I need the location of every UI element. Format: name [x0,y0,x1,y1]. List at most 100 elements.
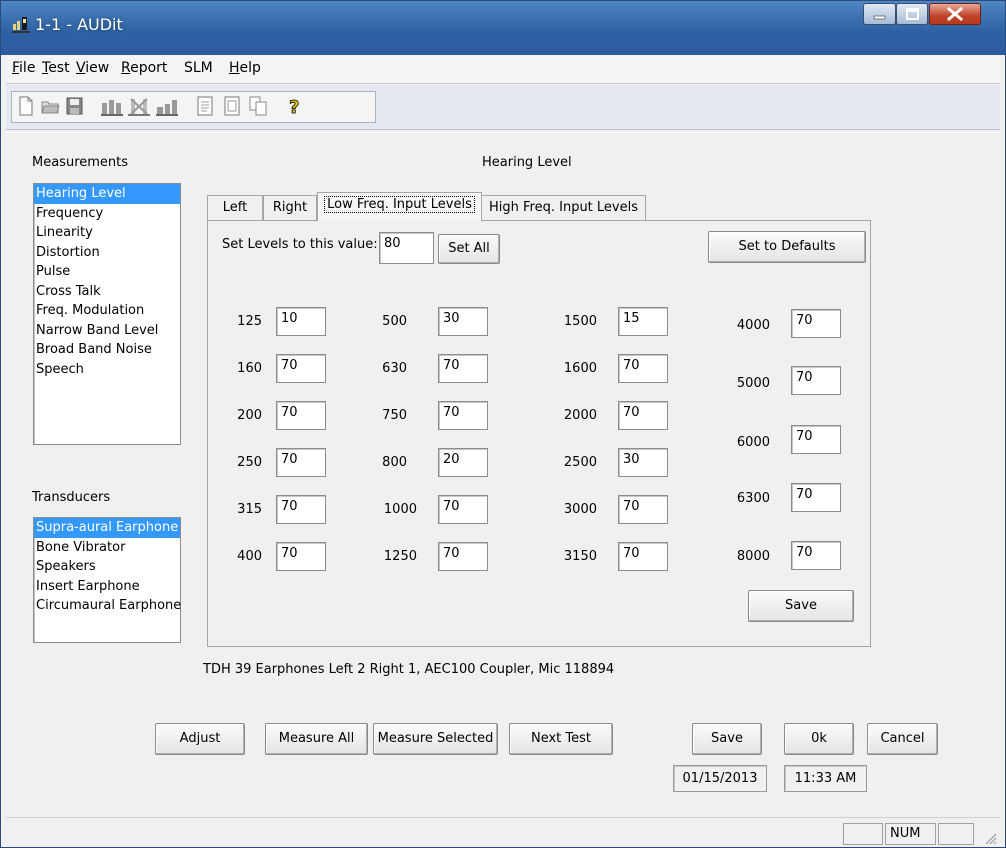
measure-all-button[interactable]: Measure All [265,723,368,755]
level-field[interactable]: 70 [276,354,326,383]
freq-label: 400 [237,549,262,564]
freq-label: 5000 [736,376,770,391]
list-item[interactable]: Speech [34,360,180,380]
list-item[interactable]: Pulse [34,262,180,282]
level-field[interactable]: 30 [438,307,488,336]
menu-report-mnemonic: R [121,60,131,76]
tab-save-button[interactable]: Save [748,590,854,622]
next-test-button[interactable]: Next Test [509,723,613,755]
measure-all-icon[interactable] [100,95,124,117]
tab-low-freq-input-levels[interactable]: Low Freq. Input Levels [317,192,482,221]
next-test-icon[interactable] [155,95,179,117]
level-field[interactable]: 70 [276,542,326,571]
level-field[interactable]: 70 [791,541,841,570]
toolbar: ? [6,85,1000,130]
toolbar-group: ? [11,91,376,123]
maximize-icon [906,8,919,20]
list-item[interactable]: Supra-aural Earphone [34,518,180,538]
measurements-list[interactable]: Hearing Level Frequency Linearity Distor… [33,183,181,445]
level-field[interactable]: 70 [438,495,488,524]
list-item[interactable]: Speakers [34,557,180,577]
level-field[interactable]: 70 [618,354,668,383]
level-field[interactable]: 30 [618,448,668,477]
list-item[interactable]: Freq. Modulation [34,301,180,321]
list-item[interactable]: Circumaural Earphone [34,596,181,616]
freq-label: 160 [237,361,262,376]
list-item[interactable]: Linearity [34,223,180,243]
save-label: Save [711,731,743,746]
menu-slm[interactable]: SLM [184,60,213,76]
open-folder-icon[interactable] [40,95,60,117]
level-field[interactable]: 70 [618,401,668,430]
menu-help[interactable]: Help [229,60,261,76]
minimize-icon [873,15,886,20]
set-to-defaults-button[interactable]: Set to Defaults [708,231,866,263]
menu-test[interactable]: Test [42,60,70,76]
menu-view[interactable]: View [76,60,109,76]
save-button[interactable]: Save [692,723,762,755]
copy-icon[interactable] [248,95,268,117]
title-bar[interactable]: 1-1 - AUDit [1,1,1005,55]
menu-report[interactable]: Report [121,60,167,76]
tab-left[interactable]: Left [207,195,263,220]
report-icon[interactable] [195,95,215,117]
list-item[interactable]: Bone Vibrator [34,538,180,558]
level-field[interactable]: 70 [276,495,326,524]
preview-icon[interactable] [222,95,242,117]
new-file-icon[interactable] [16,95,36,117]
resize-grip-icon[interactable] [983,831,997,845]
level-field[interactable]: 70 [618,495,668,524]
list-item[interactable]: Insert Earphone [34,577,180,597]
menu-file[interactable]: File [12,60,35,76]
save-disk-icon[interactable] [64,95,84,117]
level-field[interactable]: 70 [276,401,326,430]
level-field[interactable]: 15 [618,307,668,336]
set-levels-input[interactable]: 80 [379,232,434,264]
menu-view-mnemonic: V [76,60,86,76]
tab-high-freq-label: High Freq. Input Levels [489,200,638,215]
level-field[interactable]: 70 [791,366,841,395]
transducers-label: Transducers [32,490,111,505]
level-field[interactable]: 20 [438,448,488,477]
tab-right[interactable]: Right [263,195,317,220]
cancel-label: Cancel [880,731,925,746]
level-field[interactable]: 70 [438,354,488,383]
adjust-button[interactable]: Adjust [155,723,245,755]
level-field[interactable]: 70 [791,309,841,338]
menu-help-mnemonic: H [229,60,240,76]
transducers-list[interactable]: Supra-aural Earphone Bone Vibrator Speak… [33,517,181,643]
maximize-button[interactable] [896,3,928,25]
measure-selected-button[interactable]: Measure Selected [373,723,498,755]
cancel-button[interactable]: Cancel [867,723,938,755]
list-item[interactable]: Narrow Band Level [34,321,180,341]
close-icon [946,6,964,22]
level-field[interactable]: 70 [618,542,668,571]
tab-high-freq-input-levels[interactable]: High Freq. Input Levels [481,195,646,220]
menu-slm-label: SLM [184,60,213,76]
level-field[interactable]: 10 [276,307,326,336]
freq-label: 2500 [563,455,597,470]
list-item[interactable]: Frequency [34,204,180,224]
ok-button[interactable]: 0k [784,723,854,755]
freq-label: 6300 [736,491,770,506]
level-field[interactable]: 70 [276,448,326,477]
freq-label: 315 [237,502,262,517]
freq-label: 1600 [563,361,597,376]
set-all-button[interactable]: Set All [438,234,500,264]
list-item[interactable]: Broad Band Noise [34,340,180,360]
minimize-button[interactable] [863,3,896,25]
list-item[interactable]: Cross Talk [34,282,180,302]
help-icon[interactable]: ? [284,95,304,117]
freq-label: 500 [382,314,407,329]
level-field[interactable]: 70 [438,401,488,430]
level-field[interactable]: 70 [791,425,841,454]
freq-label: 1500 [563,314,597,329]
list-item[interactable]: Distortion [34,243,180,263]
next-test-label: Next Test [530,731,592,746]
level-field[interactable]: 70 [438,542,488,571]
list-item[interactable]: Hearing Level [34,184,180,204]
close-button[interactable] [929,3,981,25]
measure-selected-icon[interactable] [127,95,151,117]
level-field[interactable]: 70 [791,483,841,512]
equipment-info: TDH 39 Earphones Left 2 Right 1, AEC100 … [203,662,615,677]
